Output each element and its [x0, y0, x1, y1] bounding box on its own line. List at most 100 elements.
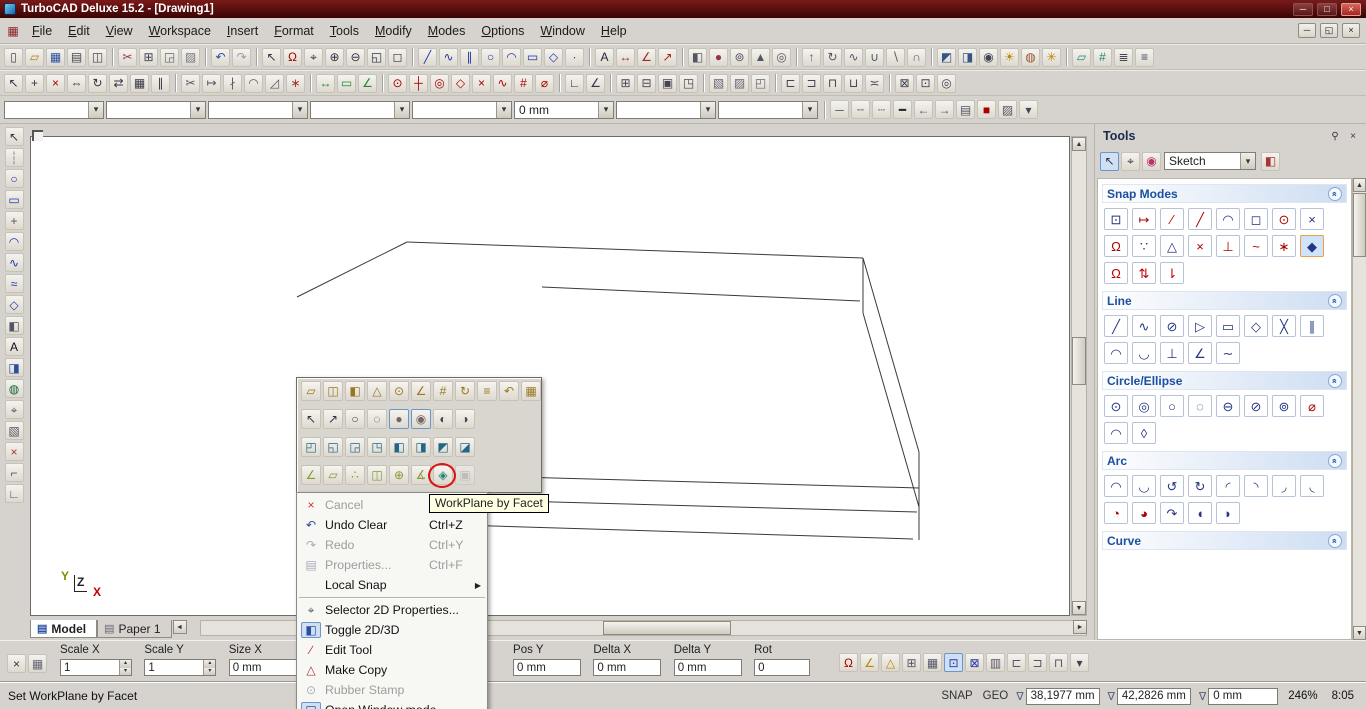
section-header-curve[interactable]: Curve «: [1102, 531, 1347, 550]
combo-arrow-icon[interactable]: [496, 102, 511, 118]
panel-scroll-thumb[interactable]: [1353, 193, 1366, 257]
circle-tangent-line-icon[interactable]: ⊘: [1160, 315, 1184, 337]
line-icon[interactable]: ╱: [418, 48, 437, 67]
menu-item-format[interactable]: Format: [266, 20, 322, 42]
wp-z-axis-icon[interactable]: ∠: [411, 381, 431, 401]
construction-icon[interactable]: ┆: [5, 148, 24, 167]
snap-nearest-icon[interactable]: ∿: [493, 74, 512, 93]
snap-aperture-icon[interactable]: ⊡: [1104, 208, 1128, 230]
render-icon[interactable]: ☀: [1000, 48, 1019, 67]
menu-item-options[interactable]: Options: [473, 20, 532, 42]
save-icon[interactable]: ▦: [46, 48, 65, 67]
section-header-circle-ellipse[interactable]: Circle/Ellipse «: [1102, 371, 1347, 390]
wp-3points-icon[interactable]: △: [367, 381, 387, 401]
section-collapse-icon[interactable]: «: [1328, 374, 1342, 388]
close-panel-icon[interactable]: ×: [1345, 129, 1361, 144]
dimension-icon[interactable]: ⌖: [5, 400, 24, 419]
coordinate-lock-icon[interactable]: ∇: [1199, 690, 1206, 703]
leader-icon[interactable]: ↗: [658, 48, 677, 67]
select-mode-icon[interactable]: ↖: [1100, 152, 1119, 171]
corner-icon[interactable]: ∟: [5, 484, 24, 503]
redo-icon[interactable]: ↷: [232, 48, 251, 67]
perpendicular-line-icon[interactable]: ⊥: [1160, 342, 1184, 364]
style-options-icon[interactable]: ▾: [1019, 100, 1038, 119]
snap-middle-icon[interactable]: △: [1160, 235, 1184, 257]
coordinate-value[interactable]: 0 mm: [1208, 688, 1278, 705]
wp-previous-icon[interactable]: ↶: [499, 381, 519, 401]
thickness-combo[interactable]: 0 mm: [514, 101, 614, 119]
combo-arrow-icon[interactable]: [1240, 153, 1255, 169]
shaded-mode-icon[interactable]: ●: [389, 409, 409, 429]
arc-stretch-icon[interactable]: ◔: [1104, 502, 1128, 524]
mdi-minimize-button[interactable]: ─: [1298, 23, 1316, 38]
paste-icon[interactable]: ◲: [160, 48, 179, 67]
wp-origin-set-icon[interactable]: ⊕: [389, 465, 409, 485]
ellipse-rotated-arc-icon[interactable]: ◊: [1132, 422, 1156, 444]
pen-style-icon[interactable]: ─: [830, 100, 849, 119]
view-isometric-icon[interactable]: ◩: [937, 48, 956, 67]
polygon-icon[interactable]: ◇: [5, 295, 24, 314]
arc-icon[interactable]: ◠: [502, 48, 521, 67]
snap-grid-icon[interactable]: #: [514, 74, 533, 93]
polar-mode-icon[interactable]: ∠: [586, 74, 605, 93]
measure-distance-icon[interactable]: ↔: [316, 74, 335, 93]
select-edit-icon[interactable]: ↖: [4, 74, 23, 93]
cone-3d-icon[interactable]: ▲: [751, 48, 770, 67]
trim-icon[interactable]: ✂: [181, 74, 200, 93]
pattern-icon[interactable]: ▤: [956, 100, 975, 119]
ellipse-rotated-icon[interactable]: ⊘: [1244, 395, 1268, 417]
paper-tab[interactable]: ▤ Paper 1: [97, 620, 171, 638]
scale-x-input[interactable]: 1: [60, 659, 132, 676]
select-open-icon[interactable]: ↗: [323, 409, 343, 429]
zoom-out-icon[interactable]: ⊖: [346, 48, 365, 67]
angular-dimension-icon[interactable]: ∠: [637, 48, 656, 67]
property-combo-3[interactable]: [208, 101, 308, 119]
curve-icon[interactable]: ∿: [5, 253, 24, 272]
arc-ccw-icon[interactable]: ↺: [1160, 475, 1184, 497]
brush-icon[interactable]: ▨: [998, 100, 1017, 119]
rot-input[interactable]: 0: [754, 659, 810, 676]
distribute-icon[interactable]: ≍: [865, 74, 884, 93]
view-right-icon[interactable]: ◪: [455, 437, 475, 457]
style-manager-icon[interactable]: ◧: [1261, 152, 1280, 171]
mirror-icon[interactable]: ⇄: [109, 74, 128, 93]
menu-item-modify[interactable]: Modify: [367, 20, 420, 42]
layers-icon[interactable]: ≣: [1114, 48, 1133, 67]
no-snap-icon[interactable]: ×: [1300, 208, 1324, 230]
rectangle-icon[interactable]: ▭: [523, 48, 542, 67]
delta-mode-icon[interactable]: △: [881, 653, 900, 672]
format-painter-icon[interactable]: ▨: [181, 48, 200, 67]
open-icon[interactable]: ▱: [25, 48, 44, 67]
menu-item-view[interactable]: View: [98, 20, 141, 42]
boolean-intersect-icon[interactable]: ∩: [907, 48, 926, 67]
arc-tangent-icon[interactable]: ◜: [1216, 475, 1240, 497]
paint-icon[interactable]: ◨: [5, 358, 24, 377]
split-icon[interactable]: ∤: [223, 74, 242, 93]
view-iso-ne-icon[interactable]: ◲: [345, 437, 365, 457]
arc-3-point-icon[interactable]: ◝: [1244, 475, 1268, 497]
geo-mode-indicator[interactable]: GEO: [981, 690, 1011, 702]
snap-divide-icon[interactable]: ∗: [1272, 235, 1296, 257]
cylinder-3d-icon[interactable]: ⊚: [730, 48, 749, 67]
arc-by-chord-icon[interactable]: ◖: [1188, 502, 1212, 524]
cut-icon[interactable]: ✂: [118, 48, 137, 67]
dimension-icon[interactable]: ↔: [616, 48, 635, 67]
combo-arrow-icon[interactable]: [802, 102, 817, 118]
snap-tangent-icon[interactable]: ~: [1244, 235, 1268, 257]
section-header-line[interactable]: Line «: [1102, 291, 1347, 310]
arc-complement-icon[interactable]: ◕: [1132, 502, 1156, 524]
section-collapse-icon[interactable]: «: [1328, 534, 1342, 548]
menu-item-undo-clear[interactable]: ↶Undo ClearCtrl+Z: [297, 515, 487, 535]
frame-icon[interactable]: ⌐: [5, 463, 24, 482]
menu-item-edit-tool[interactable]: ∕Edit Tool: [297, 640, 487, 660]
color-icon[interactable]: ■: [977, 100, 996, 119]
combo-arrow-icon[interactable]: [394, 102, 409, 118]
snap-center-icon[interactable]: ◎: [430, 74, 449, 93]
visibility-icon[interactable]: ◎: [937, 74, 956, 93]
arc-fillet-icon[interactable]: ◗: [1216, 502, 1240, 524]
quality-render-icon[interactable]: ◑: [455, 409, 475, 429]
menu-item-selector-2d-properties-[interactable]: ⌖Selector 2D Properties...: [297, 600, 487, 620]
ortho-mode-icon[interactable]: ∟: [565, 74, 584, 93]
lights-icon[interactable]: ✳: [1042, 48, 1061, 67]
hidden-line-mode-icon[interactable]: ◌: [367, 409, 387, 429]
